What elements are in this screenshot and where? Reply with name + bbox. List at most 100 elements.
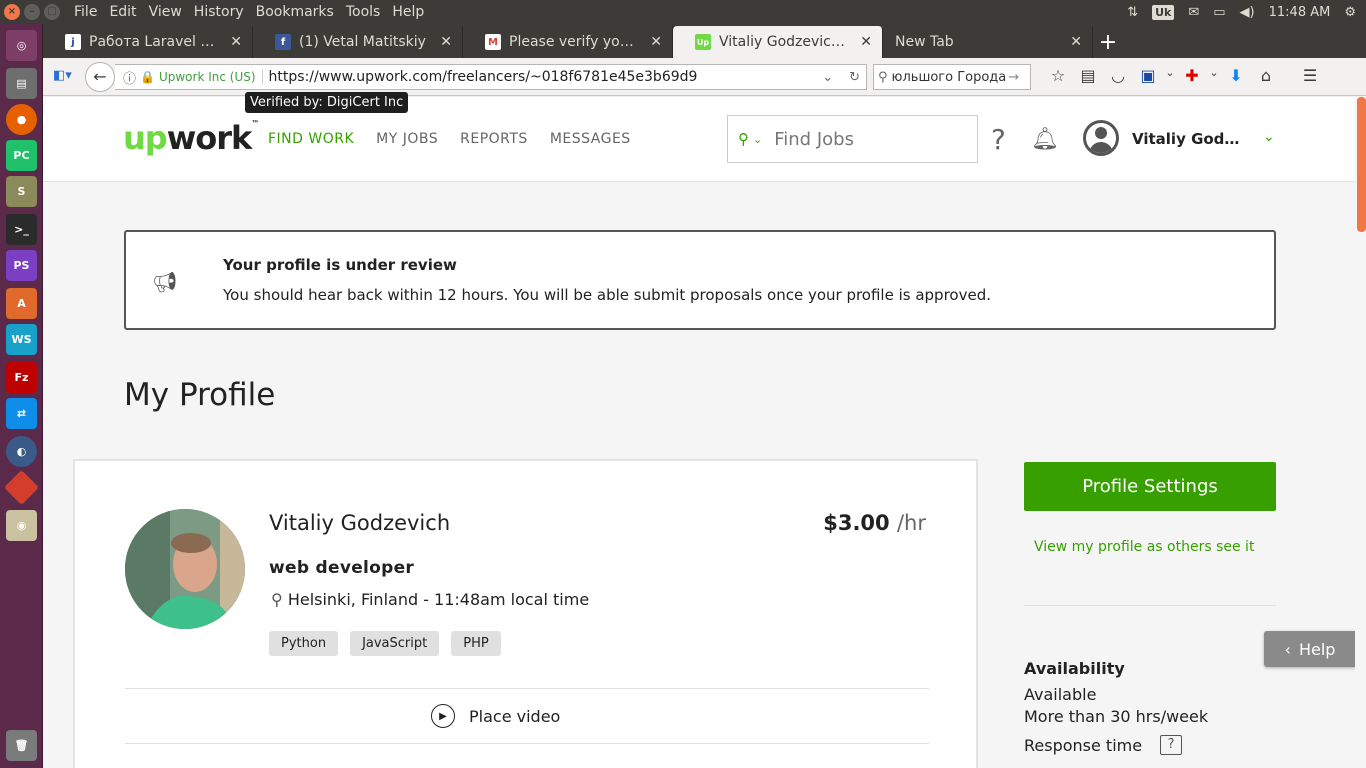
window-minimize-button[interactable]: – — [24, 4, 40, 20]
tab-rabota-laravel[interactable]: j Работа Laravel Кие… ✕ — [43, 26, 253, 58]
url-text[interactable]: https://www.upwork.com/freelancers/~018f… — [269, 69, 698, 85]
sublime-text-icon[interactable]: S — [6, 176, 37, 207]
window-maximize-button[interactable]: □ — [44, 4, 60, 20]
skill-tag[interactable]: PHP — [451, 631, 501, 656]
teamviewer-icon[interactable]: ⇄ — [6, 398, 37, 429]
addon-cross-icon[interactable]: ✚ — [1177, 66, 1207, 85]
tab-gmail-verify[interactable]: M Please verify your e… ✕ — [463, 26, 673, 58]
go-arrow-icon[interactable]: → — [1008, 70, 1019, 85]
save-menu-caret-icon[interactable]: ⌄ — [1163, 66, 1177, 85]
find-jobs-placeholder: Find Jobs — [774, 128, 854, 150]
network-globe-icon[interactable]: ◐ — [6, 436, 37, 467]
settings-gear-icon[interactable]: ⚙ — [1344, 5, 1356, 20]
skill-tag[interactable]: JavaScript — [350, 631, 440, 656]
software-center-icon[interactable]: A — [6, 288, 37, 319]
menu-history[interactable]: History — [188, 4, 250, 20]
menu-tools[interactable]: Tools — [340, 4, 387, 20]
files-icon[interactable]: ▤ — [6, 68, 37, 99]
network-transfer-icon[interactable]: ⇅ — [1127, 5, 1138, 20]
webstorm-icon[interactable]: WS — [6, 324, 37, 355]
profile-photo[interactable] — [125, 509, 245, 629]
mail-icon[interactable]: ✉ — [1188, 5, 1199, 20]
window-close-button[interactable]: × — [4, 4, 20, 20]
notifications-bell-icon[interactable]: 🔔︎ — [1031, 127, 1059, 152]
help-question-icon[interactable]: ? — [991, 123, 1006, 156]
gmail-icon: M — [485, 34, 501, 50]
help-tab-button[interactable]: ‹ Help — [1264, 631, 1356, 667]
tab-label: Работа Laravel Кие… — [89, 34, 222, 50]
home-icon[interactable]: ⌂ — [1251, 66, 1281, 85]
chevron-left-icon: ‹ — [1284, 639, 1291, 659]
nav-find-work[interactable]: FIND WORK — [268, 131, 354, 147]
system-indicators: ⇅ Uk ✉ ▭ ◀) 11:48 AM ⚙ — [1127, 0, 1356, 24]
tab-close-icon[interactable]: ✕ — [650, 34, 662, 50]
place-video-button[interactable]: ▶ Place video — [431, 704, 560, 728]
app-menu-bar: File Edit View History Bookmarks Tools H… — [68, 4, 430, 20]
git-icon[interactable] — [3, 469, 40, 506]
hamburger-menu-icon[interactable]: ☰ — [1295, 66, 1325, 85]
tab-facebook[interactable]: f (1) Vetal Matitskiy ✕ — [253, 26, 463, 58]
trash-icon[interactable]: 🗑 — [6, 730, 37, 761]
browser-search-box[interactable]: ⚲ юльшого Города → — [873, 64, 1031, 90]
volume-icon[interactable]: ◀) — [1240, 5, 1255, 20]
chevron-down-icon[interactable]: ⌄ — [753, 133, 762, 146]
question-tooltip-icon[interactable]: ? — [1160, 735, 1183, 755]
tab-close-icon[interactable]: ✕ — [440, 34, 452, 50]
find-jobs-search[interactable]: ⚲ ⌄ Find Jobs — [727, 115, 978, 163]
url-bar[interactable]: ⓘ 🔒 Upwork Inc (US) https://www.upwork.c… — [115, 64, 867, 90]
user-menu-name[interactable]: Vitaliy Godze… — [1132, 130, 1247, 148]
reload-icon[interactable]: ↻ — [849, 70, 860, 85]
clock[interactable]: 11:48 AM — [1269, 5, 1331, 20]
url-dropdown-icon[interactable]: ⌄ — [822, 70, 833, 85]
firefox-icon[interactable]: ● — [6, 104, 37, 135]
nav-reports[interactable]: REPORTS — [460, 131, 528, 147]
dash-home-icon[interactable]: ◎ — [6, 30, 37, 61]
tab-upwork-profile[interactable]: Up Vitaliy Godzevich - … ✕ — [673, 26, 883, 58]
reading-list-icon[interactable]: ▤ — [1073, 66, 1103, 85]
tab-close-icon[interactable]: ✕ — [1070, 34, 1082, 50]
tab-new-tab[interactable]: New Tab ✕ — [883, 26, 1093, 58]
user-menu-chevron-down-icon[interactable]: ⌄ — [1263, 129, 1275, 145]
downloads-icon[interactable]: ⬇ — [1221, 66, 1251, 85]
save-icon[interactable]: ▣ — [1133, 66, 1163, 85]
keyboard-layout-indicator[interactable]: Uk — [1152, 4, 1175, 20]
pocket-icon[interactable]: ◡ — [1103, 66, 1133, 85]
menu-file[interactable]: File — [68, 4, 103, 20]
terminal-icon[interactable]: >_ — [6, 214, 37, 245]
search-icon: ⚲ — [738, 130, 749, 148]
profile-settings-button[interactable]: Profile Settings — [1024, 462, 1276, 511]
site-identity[interactable]: Upwork Inc (US) — [159, 70, 263, 84]
certificate-tooltip: Verified by: DigiCert Inc — [245, 92, 409, 113]
site-j-icon: j — [65, 34, 81, 50]
tab-label: Please verify your e… — [509, 34, 642, 50]
filezilla-icon[interactable]: Fz — [6, 362, 37, 393]
battery-icon[interactable]: ▭ — [1213, 5, 1225, 20]
view-profile-as-others-link[interactable]: View my profile as others see it — [1034, 539, 1254, 555]
new-tab-button[interactable]: + — [1093, 26, 1123, 58]
phpstorm-icon[interactable]: PS — [6, 250, 37, 281]
tab-close-icon[interactable]: ✕ — [230, 34, 242, 50]
avatar[interactable] — [1083, 120, 1119, 156]
page-title: My Profile — [124, 377, 276, 413]
upwork-logo[interactable]: upwork™ — [123, 119, 259, 157]
hourly-rate: $3.00 /hr — [823, 511, 926, 535]
upwork-favicon-icon: Up — [695, 34, 711, 50]
nav-messages[interactable]: MESSAGES — [550, 131, 631, 147]
availability-hours: More than 30 hrs/week — [1024, 707, 1209, 726]
menu-help[interactable]: Help — [386, 4, 430, 20]
lock-icon: 🔒 — [140, 70, 155, 84]
menu-bookmarks[interactable]: Bookmarks — [250, 4, 340, 20]
disk-icon[interactable]: ◉ — [6, 510, 37, 541]
nav-my-jobs[interactable]: MY JOBS — [376, 131, 438, 147]
page-scrollbar-thumb[interactable] — [1357, 97, 1366, 232]
menu-view[interactable]: View — [143, 4, 188, 20]
menu-edit[interactable]: Edit — [103, 4, 142, 20]
back-button[interactable]: ← — [85, 61, 115, 92]
bookmark-star-icon[interactable]: ☆ — [1043, 66, 1073, 85]
tab-close-icon[interactable]: ✕ — [860, 34, 872, 50]
pycharm-icon[interactable]: PC — [6, 140, 37, 171]
skill-tag[interactable]: Python — [269, 631, 339, 656]
addon-menu-caret-icon[interactable]: ⌄ — [1207, 66, 1221, 85]
page-info-icon[interactable]: ⓘ — [123, 68, 136, 87]
extension-icon[interactable]: ◧▾ — [53, 68, 72, 83]
